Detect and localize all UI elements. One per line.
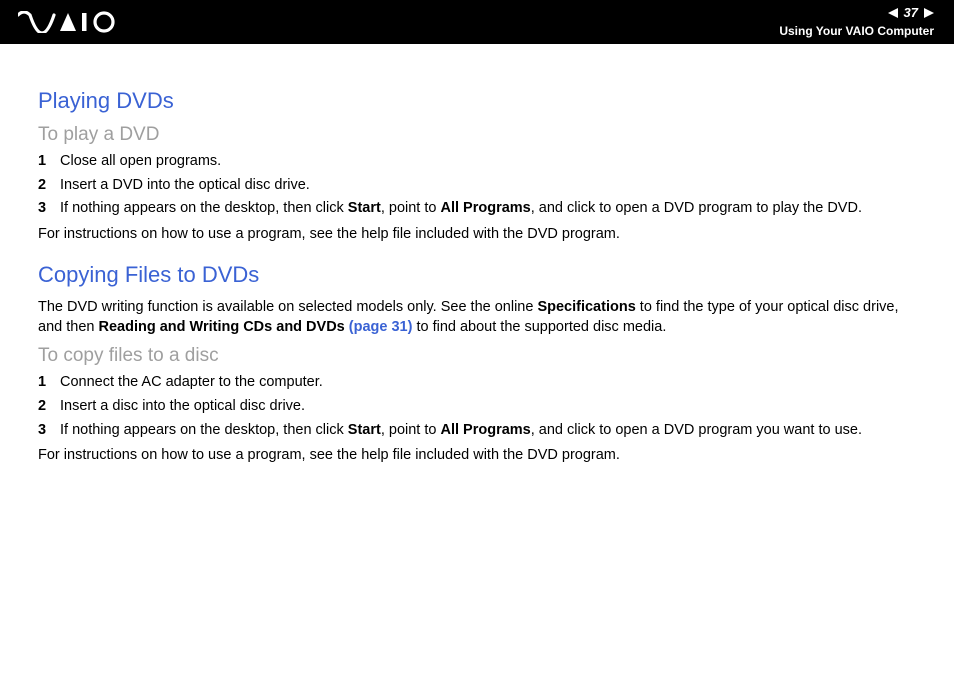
step-text: If nothing appears on the desktop, then … <box>60 421 920 441</box>
next-page-arrow-icon[interactable] <box>924 8 934 18</box>
step-text: Insert a DVD into the optical disc drive… <box>60 176 920 196</box>
step-item: 2 Insert a disc into the optical disc dr… <box>38 397 920 417</box>
footnote-play: For instructions on how to use a program… <box>38 225 920 245</box>
prev-page-arrow-icon[interactable] <box>888 8 898 18</box>
bold-reading-writing: Reading and Writing CDs and DVDs <box>98 319 344 335</box>
page-number: 37 <box>904 5 918 22</box>
section-copying: Copying Files to DVDs The DVD writing fu… <box>38 262 920 465</box>
subheading-to-play-dvd: To play a DVD <box>38 124 920 146</box>
vaio-logo <box>18 11 128 33</box>
page-content: Playing DVDs To play a DVD 1 Close all o… <box>0 44 954 466</box>
step-number: 1 <box>38 152 60 172</box>
bold-specifications: Specifications <box>537 299 635 315</box>
step-number: 2 <box>38 176 60 196</box>
step-item: 1 Connect the AC adapter to the computer… <box>38 373 920 393</box>
link-page-31[interactable]: (page 31) <box>345 319 413 335</box>
step-text: Insert a disc into the optical disc driv… <box>60 397 920 417</box>
step-number: 1 <box>38 373 60 393</box>
step-number: 2 <box>38 397 60 417</box>
step-item: 3 If nothing appears on the desktop, the… <box>38 199 920 219</box>
steps-copy-files: 1 Connect the AC adapter to the computer… <box>38 373 920 440</box>
step-text: If nothing appears on the desktop, then … <box>60 199 920 219</box>
heading-playing-dvds: Playing DVDs <box>38 88 920 114</box>
step-number: 3 <box>38 199 60 219</box>
subheading-to-copy: To copy files to a disc <box>38 345 920 367</box>
bold-all-programs: All Programs <box>440 200 530 216</box>
steps-play-dvd: 1 Close all open programs. 2 Insert a DV… <box>38 152 920 219</box>
bold-start: Start <box>348 200 381 216</box>
bold-all-programs: All Programs <box>440 422 530 438</box>
footnote-copy: For instructions on how to use a program… <box>38 446 920 466</box>
section-label: Using Your VAIO Computer <box>779 24 934 40</box>
intro-copying: The DVD writing function is available on… <box>38 298 920 337</box>
step-item: 2 Insert a DVD into the optical disc dri… <box>38 176 920 196</box>
step-text: Connect the AC adapter to the computer. <box>60 373 920 393</box>
step-item: 3 If nothing appears on the desktop, the… <box>38 421 920 441</box>
heading-copying-files: Copying Files to DVDs <box>38 262 920 288</box>
page-header: 37 Using Your VAIO Computer <box>0 0 954 44</box>
step-text: Close all open programs. <box>60 152 920 172</box>
header-right: 37 Using Your VAIO Computer <box>779 5 934 39</box>
vaio-logo-svg <box>18 11 128 33</box>
page-nav: 37 <box>779 5 934 22</box>
bold-start: Start <box>348 422 381 438</box>
step-item: 1 Close all open programs. <box>38 152 920 172</box>
step-number: 3 <box>38 421 60 441</box>
